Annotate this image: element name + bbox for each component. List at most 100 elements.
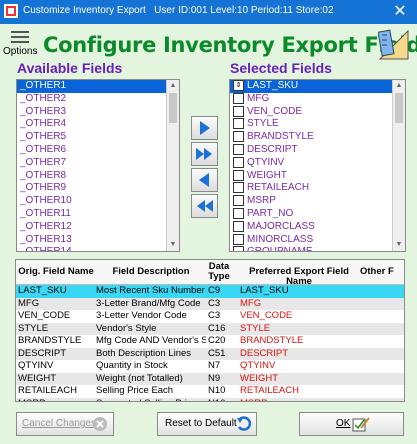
move-right-button[interactable]: [191, 116, 218, 140]
checkbox[interactable]: [233, 207, 244, 219]
list-item[interactable]: _OTHER10: [17, 195, 179, 208]
ok-button[interactable]: OK: [299, 412, 404, 436]
cell-dtype: N10: [208, 398, 236, 402]
close-icon: ✕: [393, 3, 407, 20]
selected-fields-list[interactable]: ⇕ LAST_SKU MFG VEN_CODE STYLE BRANDSTYLE DESCR…: [229, 79, 406, 252]
cell-desc: Suggested Selling Price: [96, 398, 206, 402]
scroll-down-icon[interactable]: ▼: [167, 239, 179, 251]
cell-pref[interactable]: MSRP: [240, 398, 360, 402]
checkbox[interactable]: [233, 220, 244, 232]
list-item[interactable]: MINORCLASS: [230, 233, 405, 247]
scroll-down-icon[interactable]: ▼: [393, 239, 405, 251]
table-row[interactable]: WEIGHT Weight (not Totalled) N9 WEIGHT: [16, 372, 404, 386]
available-fields-list[interactable]: _OTHER1 _OTHER2 _OTHER3 _OTHER4 _OTHER5 _OTHE…: [16, 79, 180, 252]
cell-pref[interactable]: BRANDSTYLE: [240, 335, 360, 348]
cell-pref[interactable]: WEIGHT: [240, 373, 360, 386]
table-row[interactable]: RETAILEACH Selling Price Each N10 RETAILEAC…: [16, 385, 404, 398]
move-left-button[interactable]: [191, 168, 218, 192]
cell-pref[interactable]: QTYINV: [240, 360, 360, 373]
sort-toggle-icon[interactable]: ⇕: [233, 80, 244, 91]
list-item[interactable]: BRANDSTYLE: [230, 131, 405, 144]
checkbox[interactable]: [233, 195, 244, 207]
table-row[interactable]: MFG 3-Letter Brand/Mfg Code C3 MFG: [16, 297, 404, 311]
checkbox[interactable]: [233, 156, 244, 168]
selected-scrollbar[interactable]: ▲ ▼: [392, 80, 405, 251]
cell-dtype: C16: [208, 322, 226, 334]
list-item[interactable]: DESCRIPT: [230, 143, 405, 157]
list-item[interactable]: _OTHER12: [17, 221, 179, 234]
cell-orig: MFG: [18, 297, 40, 309]
column-preferred-export-name[interactable]: Preferred Export Field Name: [238, 267, 360, 287]
close-button[interactable]: ✕: [383, 0, 417, 24]
list-item[interactable]: GROUPNAME: [230, 246, 405, 251]
list-item[interactable]: ⇕ LAST_SKU: [230, 80, 405, 93]
column-data-type[interactable]: Data Type: [204, 262, 234, 282]
cell-desc: Most Recent Sku Number: [96, 285, 205, 296]
cell-dtype: C20: [208, 335, 226, 346]
checkbox[interactable]: [233, 105, 244, 117]
column-orig-field-name[interactable]: Orig. Field Name: [18, 267, 94, 277]
move-all-right-button[interactable]: [191, 142, 218, 166]
export-fields-table[interactable]: Orig. Field Name Field Description Data …: [15, 259, 405, 402]
scroll-up-icon[interactable]: ▲: [167, 80, 179, 92]
list-item[interactable]: _OTHER8: [17, 170, 179, 183]
table-row[interactable]: QTYINV Quantity in Stock N7 QTYINV: [16, 360, 404, 373]
list-item[interactable]: _OTHER11: [17, 208, 179, 221]
list-item[interactable]: _OTHER14: [17, 246, 179, 251]
list-item[interactable]: _OTHER3: [17, 106, 179, 119]
cell-orig: LAST_SKU: [18, 285, 67, 296]
table-row[interactable]: MSRPSuggested Selling PriceN10MSRP: [16, 397, 404, 402]
table-row[interactable]: STYLE Vendor's Style C16 STYLE: [16, 322, 404, 336]
ruler-triangle-icon[interactable]: [378, 29, 410, 61]
table-row[interactable]: VEN_CODE 3-Letter Vendor Code C3 VEN_CODE: [16, 310, 404, 323]
checkbox[interactable]: [233, 143, 244, 155]
reset-to-default-button[interactable]: Reset to Default: [157, 412, 257, 436]
list-item[interactable]: QTYINV: [230, 156, 405, 170]
list-item[interactable]: _OTHER13: [17, 234, 179, 247]
list-item[interactable]: _OTHER7: [17, 157, 179, 170]
scroll-thumb[interactable]: [169, 93, 177, 123]
column-other[interactable]: Other F: [360, 267, 404, 277]
list-item[interactable]: _OTHER4: [17, 118, 179, 131]
cell-pref[interactable]: RETAILEACH: [240, 385, 360, 398]
table-row[interactable]: BRANDSTYLE Mfg Code AND Vendor's StyleC20…: [16, 335, 404, 348]
move-all-left-button[interactable]: [191, 194, 218, 218]
cancel-changes-label: Cancel Changes: [22, 418, 96, 429]
list-item[interactable]: RETAILEACH: [230, 182, 405, 195]
table-row[interactable]: DESCRIPT Both Description Lines C51 DESCRIP…: [16, 347, 404, 361]
list-item[interactable]: _OTHER9: [17, 182, 179, 195]
scroll-up-icon[interactable]: ▲: [393, 80, 405, 92]
cell-pref[interactable]: DESCRIPT: [240, 348, 360, 361]
cell-orig: BRANDSTYLE: [18, 335, 82, 346]
list-item[interactable]: _OTHER2: [17, 93, 179, 106]
list-item[interactable]: MFG: [230, 92, 405, 106]
cell-desc: 3-Letter Brand/Mfg Code: [96, 297, 201, 309]
checkbox[interactable]: [233, 182, 244, 194]
checkbox[interactable]: [233, 118, 244, 130]
options-menu-button[interactable]: Options: [3, 28, 37, 57]
list-item[interactable]: _OTHER6: [17, 144, 179, 157]
list-item[interactable]: STYLE: [230, 118, 405, 131]
list-item[interactable]: WEIGHT: [230, 169, 405, 183]
table-row[interactable]: LAST_SKU Most Recent Sku Number C9 LAST_SKU: [16, 285, 404, 298]
cell-pref[interactable]: LAST_SKU: [240, 285, 360, 298]
list-item[interactable]: _OTHER5: [17, 131, 179, 144]
list-item[interactable]: PART_NO: [230, 207, 405, 221]
cell-pref[interactable]: MFG: [240, 298, 360, 311]
column-field-description[interactable]: Field Description: [96, 267, 206, 277]
list-item[interactable]: MAJORCLASS: [230, 220, 405, 234]
cell-pref[interactable]: STYLE: [240, 323, 360, 336]
checkbox[interactable]: [233, 169, 244, 181]
list-item[interactable]: MSRP: [230, 195, 405, 208]
checkbox[interactable]: [233, 246, 244, 251]
cell-desc: Both Description Lines: [96, 347, 192, 359]
list-item[interactable]: _OTHER1: [17, 80, 179, 93]
checkbox[interactable]: [233, 131, 244, 143]
list-item[interactable]: VEN_CODE: [230, 105, 405, 119]
cancel-changes-button[interactable]: Cancel Changes: [16, 412, 114, 436]
scroll-thumb[interactable]: [395, 93, 403, 123]
available-scrollbar[interactable]: ▲ ▼: [166, 80, 179, 251]
cell-pref[interactable]: VEN_CODE: [240, 310, 360, 323]
checkbox[interactable]: [233, 233, 244, 245]
checkbox[interactable]: [233, 92, 244, 104]
